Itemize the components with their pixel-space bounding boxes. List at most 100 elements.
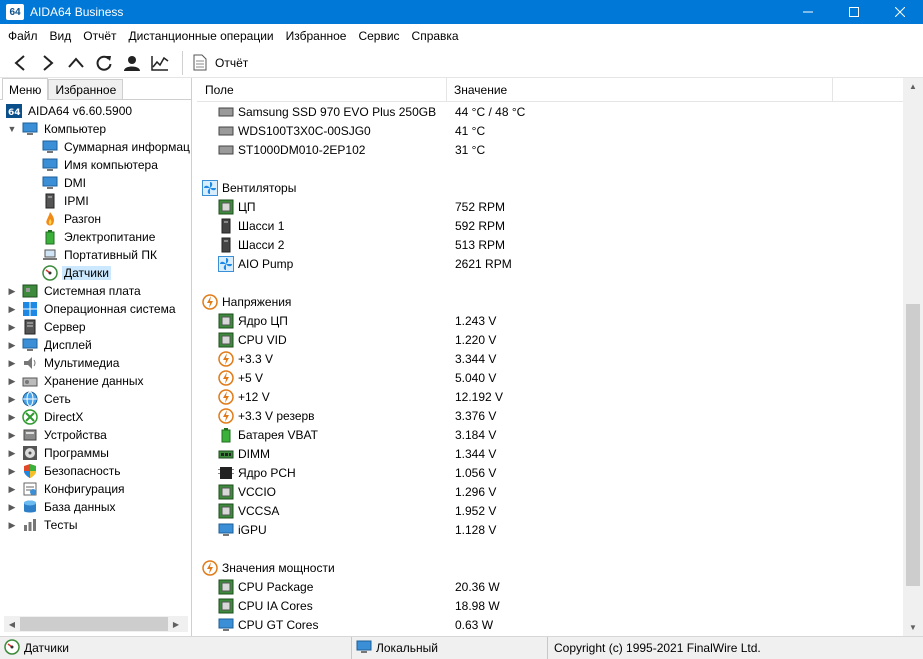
tree-item-summary[interactable]: Суммарная информация xyxy=(42,138,190,156)
collapsed-chevron-icon[interactable]: ▶ xyxy=(6,462,18,480)
list-item[interactable]: iGPU 1.128 V xyxy=(197,520,903,539)
tree-item-overclock[interactable]: Разгон xyxy=(42,210,103,228)
collapsed-chevron-icon[interactable]: ▶ xyxy=(6,300,18,318)
chart-line-icon xyxy=(151,55,169,71)
menu-remote[interactable]: Дистанционные операции xyxy=(123,24,280,48)
tree-item-ipmi[interactable]: IPMI xyxy=(42,192,91,210)
list-item[interactable]: Ядро ЦП 1.243 V xyxy=(197,311,903,330)
collapsed-chevron-icon[interactable]: ▶ xyxy=(6,426,18,444)
list-item[interactable]: ЦП 752 RPM xyxy=(197,197,903,216)
collapsed-chevron-icon[interactable]: ▶ xyxy=(6,390,18,408)
scroll-thumb[interactable] xyxy=(20,617,168,631)
expanded-chevron-icon[interactable]: ▼ xyxy=(6,120,18,138)
list-item[interactable]: Samsung SSD 970 EVO Plus 250GB 44 °C / 4… xyxy=(197,102,903,121)
list-item[interactable]: VCCIO 1.296 V xyxy=(197,482,903,501)
collapsed-chevron-icon[interactable]: ▶ xyxy=(6,516,18,534)
list-item[interactable]: ST1000DM010-2EP102 31 °C xyxy=(197,140,903,159)
collapsed-chevron-icon[interactable]: ▶ xyxy=(6,372,18,390)
maximize-icon xyxy=(849,7,859,17)
fan-icon xyxy=(202,179,218,196)
scroll-left-icon[interactable]: ◀ xyxy=(4,616,20,632)
arrow-left-icon xyxy=(14,54,25,71)
list-item[interactable]: CPU Package 20.36 W xyxy=(197,577,903,596)
minimize-button[interactable] xyxy=(785,0,831,24)
disc-icon xyxy=(22,445,38,461)
list-item[interactable]: +12 V 12.192 V xyxy=(197,387,903,406)
collapsed-chevron-icon[interactable]: ▶ xyxy=(6,444,18,462)
tree-directx[interactable]: ▶ DirectX xyxy=(6,408,85,426)
list-item[interactable]: Батарея VBAT 3.184 V xyxy=(197,425,903,444)
list-item[interactable]: CPU VID 1.220 V xyxy=(197,330,903,349)
memory-module-icon xyxy=(218,446,234,462)
list-item[interactable]: AIO Pump 2621 RPM xyxy=(197,254,903,273)
tree-item-computer-name[interactable]: Имя компьютера xyxy=(42,156,160,174)
menu-service[interactable]: Сервис xyxy=(352,24,405,48)
tab-menu[interactable]: Меню xyxy=(2,78,49,100)
maximize-button[interactable] xyxy=(831,0,877,24)
tree-network[interactable]: ▶ Сеть xyxy=(6,390,73,408)
list-item[interactable]: +3.3 V 3.344 V xyxy=(197,349,903,368)
tree-motherboard[interactable]: ▶ Системная плата xyxy=(6,282,143,300)
menu-favorites[interactable]: Избранное xyxy=(280,24,353,48)
tree-configuration[interactable]: ▶ Конфигурация xyxy=(6,480,127,498)
list-item[interactable]: CPU GT Cores 0.63 W xyxy=(197,615,903,634)
menu-view[interactable]: Вид xyxy=(44,24,78,48)
graph-button[interactable] xyxy=(146,49,174,77)
list-item[interactable]: Шасси 2 513 RPM xyxy=(197,235,903,254)
tree-tests[interactable]: ▶ Тесты xyxy=(6,516,79,534)
collapsed-chevron-icon[interactable]: ▶ xyxy=(6,408,18,426)
tree-database[interactable]: ▶ База данных xyxy=(6,498,117,516)
list-item[interactable]: Шасси 1 592 RPM xyxy=(197,216,903,235)
collapsed-chevron-icon[interactable]: ▶ xyxy=(6,354,18,372)
scroll-right-icon[interactable]: ▶ xyxy=(168,616,184,632)
collapsed-chevron-icon[interactable]: ▶ xyxy=(6,480,18,498)
back-button[interactable] xyxy=(6,49,34,77)
column-field-header[interactable]: Поле xyxy=(197,77,447,102)
tree-os[interactable]: ▶ Операционная система xyxy=(6,300,178,318)
up-button[interactable] xyxy=(62,49,90,77)
column-value-header[interactable]: Значение xyxy=(447,77,833,102)
collapsed-chevron-icon[interactable]: ▶ xyxy=(6,336,18,354)
tab-favorites[interactable]: Избранное xyxy=(48,79,124,99)
tree-root[interactable]: 64 AIDA64 v6.60.5900 xyxy=(6,102,134,120)
menu-file[interactable]: Файл xyxy=(2,24,44,48)
tree-item-power[interactable]: Электропитание xyxy=(42,228,157,246)
tree-computer[interactable]: ▼ Компьютер xyxy=(6,120,108,138)
refresh-button[interactable] xyxy=(90,49,118,77)
tree-devices[interactable]: ▶ Устройства xyxy=(6,426,109,444)
tree-security[interactable]: ▶ Безопасность xyxy=(6,462,123,480)
collapsed-chevron-icon[interactable]: ▶ xyxy=(6,498,18,516)
list-item[interactable]: DIMM 1.344 V xyxy=(197,444,903,463)
scroll-thumb[interactable] xyxy=(906,304,920,586)
list-item[interactable]: VCCSA 1.952 V xyxy=(197,501,903,520)
list-item[interactable]: CPU IA Cores 18.98 W xyxy=(197,596,903,615)
section-header-voltages: Напряжения xyxy=(197,292,903,311)
list-item[interactable]: +5 V 5.040 V xyxy=(197,368,903,387)
tree-item-portable[interactable]: Портативный ПК xyxy=(42,246,159,264)
tree-storage[interactable]: ▶ Хранение данных xyxy=(6,372,146,390)
collapsed-chevron-icon[interactable]: ▶ xyxy=(6,282,18,300)
tree-multimedia[interactable]: ▶ Мультимедиа xyxy=(6,354,121,372)
vertical-scrollbar[interactable]: ▲ ▼ xyxy=(903,78,923,636)
tree-programs[interactable]: ▶ Программы xyxy=(6,444,111,462)
shield-icon xyxy=(22,463,38,479)
navigation-tree: 64 AIDA64 v6.60.5900 ▼ Компьютер Суммарн… xyxy=(0,100,190,612)
report-button[interactable]: Отчёт xyxy=(189,49,252,77)
scroll-up-icon[interactable]: ▲ xyxy=(903,78,923,95)
list-item[interactable]: WDS100T3X0C-00SJG0 41 °C xyxy=(197,121,903,140)
menu-report[interactable]: Отчёт xyxy=(77,24,122,48)
forward-button[interactable] xyxy=(34,49,62,77)
horizontal-scrollbar[interactable]: ◀ ▶ xyxy=(4,616,188,632)
tree-server[interactable]: ▶ Сервер xyxy=(6,318,88,336)
close-button[interactable] xyxy=(877,0,923,24)
collapsed-chevron-icon[interactable]: ▶ xyxy=(6,318,18,336)
menu-help[interactable]: Справка xyxy=(406,24,465,48)
list-item[interactable]: +3.3 V резерв 3.376 V xyxy=(197,406,903,425)
scroll-down-icon[interactable]: ▼ xyxy=(903,619,923,636)
tree-display[interactable]: ▶ Дисплей xyxy=(6,336,94,354)
list-item[interactable]: Ядро PCH 1.056 V xyxy=(197,463,903,482)
tree-item-sensors[interactable]: Датчики xyxy=(42,264,111,282)
user-button[interactable] xyxy=(118,49,146,77)
document-icon xyxy=(193,54,207,71)
tree-item-dmi[interactable]: DMI xyxy=(42,174,88,192)
